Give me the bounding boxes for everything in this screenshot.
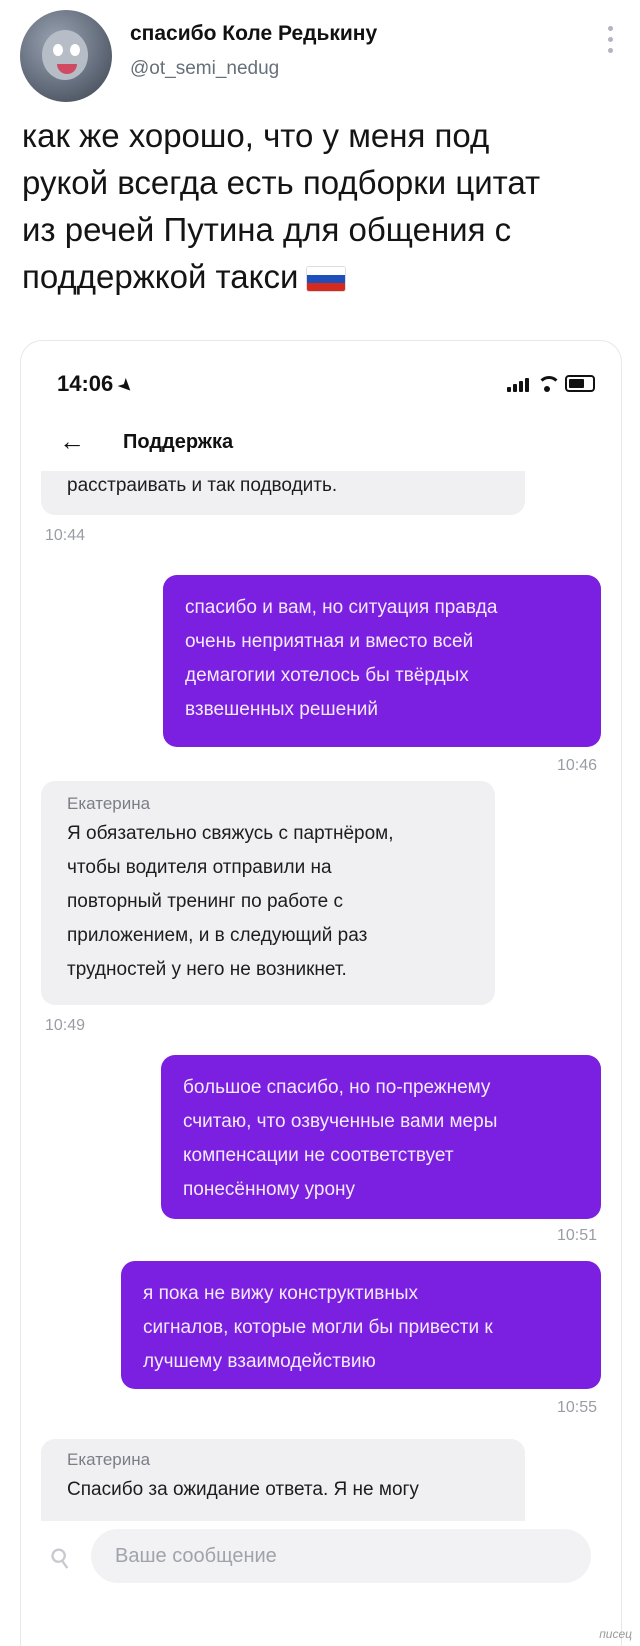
tweet-text: как же хорошо, что у меня под рукой всег…: [22, 112, 622, 300]
tweet-text-line: рукой всегда есть подборки цитат: [22, 164, 541, 201]
more-options-icon[interactable]: [608, 26, 614, 53]
message-time: 10:46: [556, 757, 597, 774]
tweet-text-line: из речей Путина для общения с: [22, 211, 512, 248]
tweet-text-last: поддержкой такси: [22, 258, 299, 295]
message-line: Спасибо за ожидание ответа. Я не могу: [67, 1479, 419, 1500]
message-line: считаю, что озвученные вами меры: [183, 1111, 498, 1132]
message-line: расстраивать и так подводить.: [67, 475, 338, 496]
message-line: повторный тренинг по работе с: [67, 891, 343, 912]
status-bar-icons: [507, 375, 595, 392]
message-line: чтобы водителя отправили на: [67, 857, 332, 878]
location-arrow-icon: ➤: [114, 375, 137, 398]
message-line: трудностей у него не возникнет.: [67, 959, 347, 980]
status-time-text: 14:06: [57, 371, 114, 396]
message-bubble-outgoing[interactable]: я пока не вижу конструктивных сигналов, …: [121, 1261, 601, 1389]
paperclip-icon[interactable]: ⚲: [44, 1540, 77, 1576]
watermark: писец: [599, 1627, 632, 1641]
message-bubble-incoming[interactable]: Екатерина Спасибо за ожидание ответа. Я …: [41, 1439, 525, 1521]
message-input[interactable]: [91, 1529, 591, 1583]
avatar-eye: [70, 44, 80, 56]
russian-flag-icon: [306, 266, 347, 292]
message-sender: Екатерина: [67, 794, 151, 813]
message-line: понесённому урону: [183, 1179, 356, 1200]
message-bubble-outgoing[interactable]: спасибо и вам, но ситуация правда очень …: [163, 575, 601, 747]
author-handle[interactable]: @ot_semi_nedug: [130, 58, 279, 80]
message-line: взвешенных решений: [185, 699, 378, 720]
message-bubble-incoming[interactable]: расстраивать и так подводить.: [41, 471, 525, 515]
wifi-icon: [537, 376, 561, 392]
message-sender: Екатерина: [67, 1450, 151, 1469]
signal-icon: [507, 376, 529, 392]
message-bubble-incoming[interactable]: Екатерина Я обязательно свяжусь с партнё…: [41, 781, 495, 1005]
message-time: 10:49: [45, 1017, 86, 1034]
status-bar-time: 14:06➤: [57, 371, 136, 397]
message-line: лучшему взаимодействию: [143, 1351, 376, 1372]
message-composer: ⚲: [21, 1521, 621, 1601]
message-time: 10:44: [45, 527, 86, 544]
message-line: я пока не вижу конструктивных: [143, 1283, 418, 1304]
battery-icon: [565, 375, 595, 392]
tweet-text-line: как же хорошо, что у меня под: [22, 117, 490, 154]
back-arrow-icon[interactable]: ←: [59, 426, 85, 457]
message-time: 10:55: [556, 1399, 597, 1416]
message-bubble-outgoing[interactable]: большое спасибо, но по-прежнему считаю, …: [161, 1055, 601, 1219]
message-line: очень неприятная и вместо всей: [185, 631, 474, 652]
author-name[interactable]: спасибо Коле Редькину: [130, 22, 377, 46]
chat-thread[interactable]: расстраивать и так подводить. 10:44 спас…: [21, 471, 621, 1521]
embedded-screenshot: 14:06➤ ← Поддержка расстраивать и так по…: [20, 340, 622, 1646]
message-line: Я обязательно свяжусь с партнёром,: [67, 823, 394, 844]
message-line: демагогии хотелось бы твёрдых: [185, 665, 469, 686]
tweet-text-line: поддержкой такси: [22, 253, 622, 300]
nav-title: Поддержка: [123, 431, 234, 453]
nav-bar: ← Поддержка: [21, 411, 621, 471]
avatar[interactable]: [20, 10, 112, 102]
message-line: сигналов, которые могли бы привести к: [143, 1317, 493, 1338]
message-line: спасибо и вам, но ситуация правда: [185, 597, 498, 618]
tweet-header: спасибо Коле Редькину @ot_semi_nedug: [20, 6, 620, 102]
message-line: приложением, и в следующий раз: [67, 925, 368, 946]
message-line: компенсации не соответствует: [183, 1145, 454, 1166]
message-line: большое спасибо, но по-прежнему: [183, 1077, 491, 1098]
avatar-eye: [53, 44, 63, 56]
message-time: 10:51: [556, 1227, 597, 1244]
